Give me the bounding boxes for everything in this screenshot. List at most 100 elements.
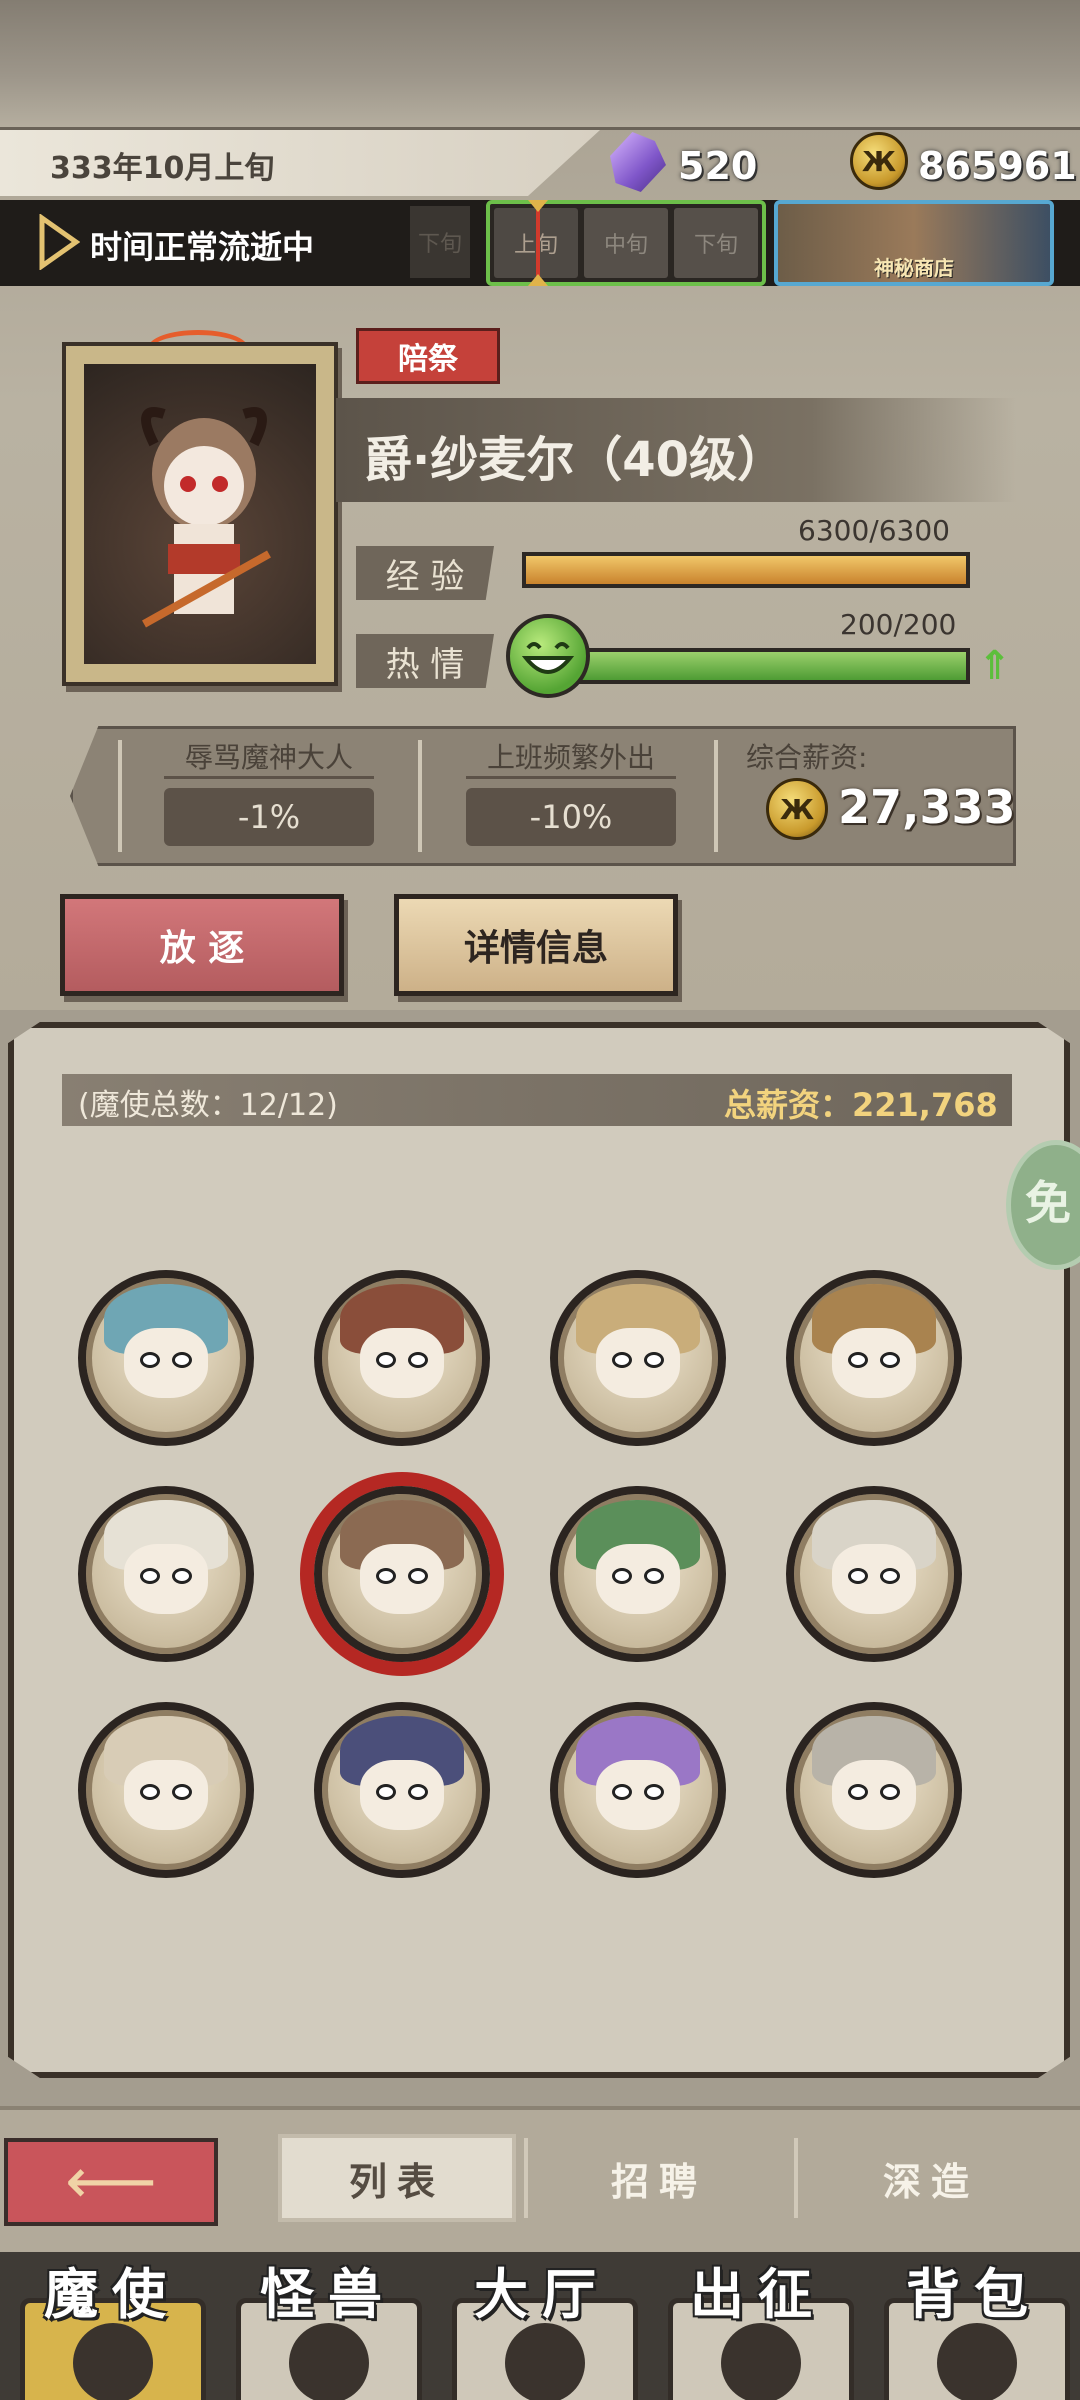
avatar-eye <box>612 1784 632 1800</box>
avatar-face <box>360 1544 444 1614</box>
avatar-face <box>596 1544 680 1614</box>
back-arrow-icon: ⟵ <box>65 2145 157 2219</box>
avatar-eye <box>376 1784 396 1800</box>
period-prev: 下旬 <box>410 206 470 278</box>
period-late[interactable]: 下旬 <box>674 208 758 278</box>
avatar-eye <box>880 1568 900 1584</box>
tab-separator <box>794 2138 798 2218</box>
avatar-face <box>596 1760 680 1830</box>
salary-value: 27,333 <box>838 780 1016 834</box>
avatar-blue-masked[interactable] <box>786 1486 962 1662</box>
expedition-icon <box>721 2323 801 2400</box>
avatar-red-beast[interactable] <box>786 1702 962 1878</box>
character-name: 爵·纱麦尔（40级） <box>364 432 786 488</box>
exp-value: 6300/6300 <box>798 514 950 547</box>
coin-icon: Ж <box>850 132 908 190</box>
exp-bar <box>522 552 970 588</box>
avatar-eye <box>612 1568 632 1584</box>
play-icon[interactable] <box>38 213 81 274</box>
tab-recruit[interactable]: 招聘 <box>540 2134 778 2222</box>
avatar-eye <box>408 1568 428 1584</box>
period-mid[interactable]: 中旬 <box>584 208 668 278</box>
bag-icon <box>937 2323 1017 2400</box>
trait-1-underline <box>164 776 374 779</box>
gem-count: 520 <box>678 144 758 188</box>
mystery-shop-label: 神秘商店 <box>874 256 954 280</box>
avatar-face <box>124 1328 208 1398</box>
tab-training[interactable]: 深造 <box>812 2134 1050 2222</box>
avatar-eye <box>172 1352 192 1368</box>
passion-bar <box>560 648 970 684</box>
avatar-eye <box>172 1784 192 1800</box>
avatar-masked-brute[interactable] <box>314 1270 490 1446</box>
monster-icon <box>289 2323 369 2400</box>
passion-bar-fill <box>564 652 966 680</box>
avatar-top-hat[interactable] <box>314 1702 490 1878</box>
exile-button[interactable]: 放 逐 <box>60 894 344 996</box>
tab-list[interactable]: 列表 <box>278 2134 516 2222</box>
exp-bar-fill <box>526 556 966 584</box>
nav-bag-label[interactable]: 背包 <box>884 2250 1064 2329</box>
avatar-blue-horned[interactable] <box>78 1270 254 1446</box>
tab-separator <box>524 2138 528 2218</box>
role-badge: 陪祭 <box>356 328 500 384</box>
current-date: 333年10月上旬 <box>50 151 275 186</box>
nav-hall-label[interactable]: 大厅 <box>452 2250 632 2329</box>
avatar-purple-horned[interactable] <box>550 1270 726 1446</box>
portrait-image <box>84 364 316 664</box>
exp-label: 经 验 <box>356 546 494 600</box>
trait-2-value: -10% <box>466 788 676 846</box>
top-scroll-decoration <box>0 0 1080 130</box>
period-progress-marker <box>536 200 540 286</box>
passion-up-arrow-icon: ⇑ <box>978 643 1012 689</box>
passion-value: 200/200 <box>840 608 957 641</box>
period-selector[interactable]: 上旬 中旬 下旬 <box>486 200 766 286</box>
salary-title: 综合薪资: <box>746 741 868 774</box>
time-status: 时间正常流逝中 <box>90 228 315 266</box>
avatar-eye <box>612 1352 632 1368</box>
avatar-face <box>832 1544 916 1614</box>
roster-count: (魔使总数：12/12) <box>78 1088 338 1123</box>
avatar-eye <box>848 1352 868 1368</box>
avatar-face <box>596 1328 680 1398</box>
avatar-skull-helm[interactable] <box>78 1486 254 1662</box>
avatar-eye <box>140 1568 160 1584</box>
smile-face-icon <box>506 614 590 698</box>
avatar-face <box>360 1328 444 1398</box>
avatar-face <box>360 1760 444 1830</box>
nav-envoy-label[interactable]: 魔使 <box>22 2250 202 2329</box>
salary-coin-icon: Ж <box>766 778 828 840</box>
avatar-hooded-red-horn[interactable] <box>78 1702 254 1878</box>
avatar-eye <box>140 1784 160 1800</box>
avatar-eye <box>644 1352 664 1368</box>
avatar-demon-girl[interactable] <box>314 1486 490 1662</box>
avatar-face <box>832 1328 916 1398</box>
avatar-eye <box>880 1352 900 1368</box>
avatar-eye <box>644 1568 664 1584</box>
avatar-eye <box>140 1352 160 1368</box>
avatar-face <box>124 1760 208 1830</box>
character-portrait[interactable] <box>62 342 338 686</box>
avatar-eye <box>408 1352 428 1368</box>
trait-1-value: -1% <box>164 788 374 846</box>
passion-label: 热 情 <box>356 634 494 688</box>
back-button[interactable]: ⟵ <box>4 2138 218 2226</box>
coin-count: 865961 <box>918 144 1077 188</box>
details-button[interactable]: 详情信息 <box>394 894 678 996</box>
avatar-purple-hood[interactable] <box>550 1702 726 1878</box>
nav-monster-label[interactable]: 怪兽 <box>238 2250 418 2329</box>
avatar-eye <box>376 1568 396 1584</box>
trait-divider <box>418 740 422 852</box>
trait-divider <box>714 740 718 852</box>
trait-2-title: 上班频繁外出 <box>486 741 655 774</box>
trait-divider <box>118 740 122 852</box>
avatar-eye <box>408 1784 428 1800</box>
avatar-witch-hat[interactable] <box>786 1270 962 1446</box>
nav-expedition-label[interactable]: 出征 <box>668 2250 848 2329</box>
skull-icon <box>73 2323 153 2400</box>
avatar-frog-hood[interactable] <box>550 1486 726 1662</box>
trait-2-underline <box>466 776 676 779</box>
avatar-eye <box>880 1784 900 1800</box>
avatar-eye <box>172 1568 192 1584</box>
avatar-eye <box>644 1784 664 1800</box>
